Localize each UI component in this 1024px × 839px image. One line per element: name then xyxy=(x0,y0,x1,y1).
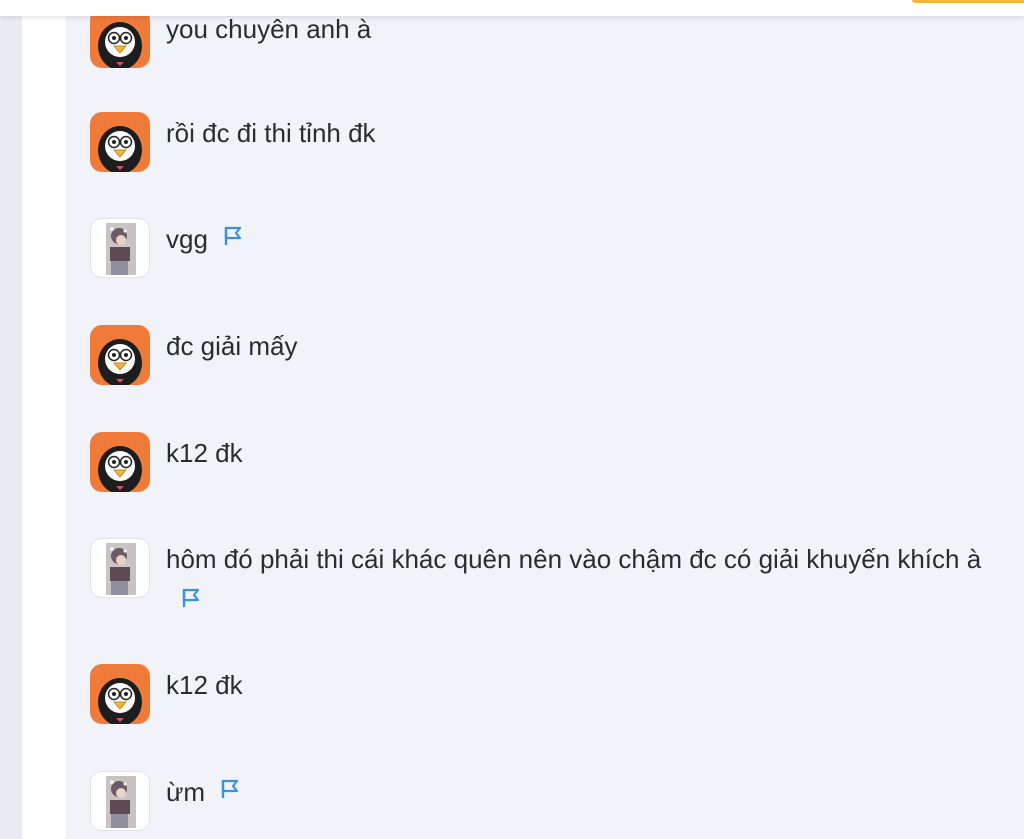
penguin-avatar-icon[interactable] xyxy=(90,112,150,172)
chat-message: vgg xyxy=(90,218,244,278)
top-bar xyxy=(0,0,1024,16)
chat-message: you chuyên anh à xyxy=(90,8,371,68)
penguin-avatar-icon[interactable] xyxy=(90,8,150,68)
penguin-avatar-icon[interactable] xyxy=(90,664,150,724)
chat-message: hôm đó phải thi cái khác quên nên vào ch… xyxy=(90,538,986,622)
left-gutter xyxy=(22,0,66,839)
chat-message: đc giải mấy xyxy=(90,325,298,385)
message-text: đc giải mấy xyxy=(166,331,298,361)
report-flag-icon[interactable] xyxy=(180,579,202,621)
penguin-avatar-icon[interactable] xyxy=(90,325,150,385)
message-text-row: k12 đk xyxy=(166,664,243,706)
user-photo-avatar[interactable] xyxy=(90,771,150,831)
chat-panel: you chuyên anh à rồi đc đi thi tỉnh đk v… xyxy=(66,0,1024,839)
chat-message: rồi đc đi thi tỉnh đk xyxy=(90,112,376,172)
user-photo-avatar[interactable] xyxy=(90,218,150,278)
message-text-row: vgg xyxy=(166,218,244,260)
message-text-row: hôm đó phải thi cái khác quên nên vào ch… xyxy=(166,538,986,622)
report-flag-icon[interactable] xyxy=(219,770,241,812)
message-text: ừm xyxy=(166,777,206,807)
message-text-row: rồi đc đi thi tỉnh đk xyxy=(166,112,376,154)
message-text-row: ừm xyxy=(166,771,241,813)
left-scroll-rail xyxy=(0,0,22,839)
message-text-row: đc giải mấy xyxy=(166,325,298,367)
message-text: rồi đc đi thi tỉnh đk xyxy=(166,118,376,148)
user-photo-avatar[interactable] xyxy=(90,538,150,598)
chat-message: ừm xyxy=(90,771,241,831)
chat-message: k12 đk xyxy=(90,664,243,724)
message-text: hôm đó phải thi cái khác quên nên vào ch… xyxy=(166,544,982,574)
top-accent-strip xyxy=(912,0,1024,3)
message-text-row: k12 đk xyxy=(166,432,243,474)
penguin-avatar-icon[interactable] xyxy=(90,432,150,492)
message-text: you chuyên anh à xyxy=(166,14,372,44)
message-text: vgg xyxy=(166,224,208,254)
chat-message: k12 đk xyxy=(90,432,243,492)
message-text: k12 đk xyxy=(166,670,243,700)
report-flag-icon[interactable] xyxy=(222,217,244,259)
message-text: k12 đk xyxy=(166,438,243,468)
